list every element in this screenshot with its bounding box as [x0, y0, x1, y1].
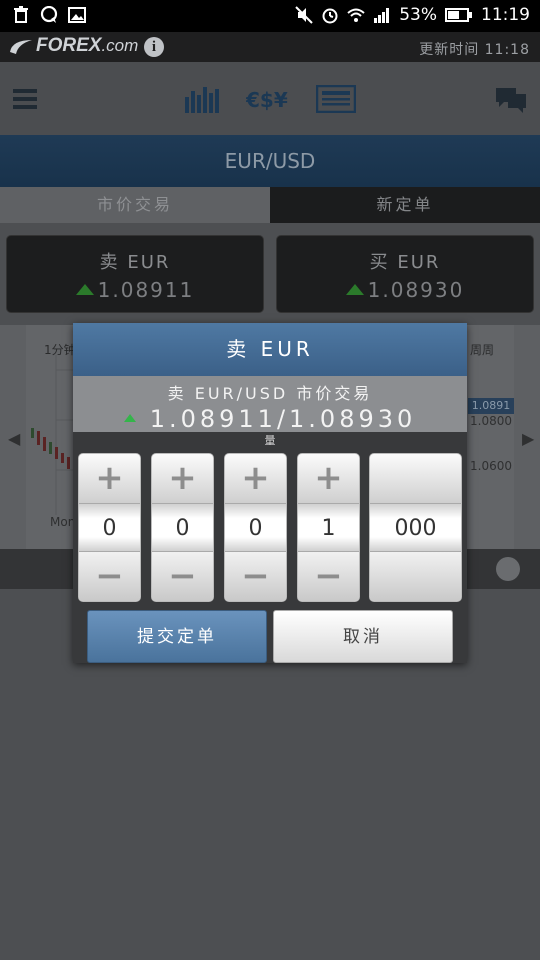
up-arrow-icon — [123, 414, 136, 422]
forex-logo: FOREX.com — [8, 35, 138, 57]
toolbar: €$¥ — [0, 62, 540, 135]
quantity-stepper-4: + 1 − — [297, 453, 360, 602]
chart-left-arrow-icon[interactable]: ◀ — [8, 429, 20, 448]
tools-icon[interactable] — [496, 557, 520, 581]
dialog-subtitle: 卖 EUR/USD 市价交易 — [167, 384, 373, 403]
up-arrow-icon — [345, 284, 364, 295]
clock: 11:19 — [481, 5, 530, 25]
dialog-title: 卖 EUR — [73, 323, 467, 376]
digit-value[interactable]: 0 — [79, 503, 140, 552]
dialog-info: 卖 EUR/USD 市价交易 1.08911/1.08930 — [73, 376, 467, 433]
swoosh-icon — [10, 40, 32, 54]
increment-button[interactable]: + — [225, 454, 286, 503]
buy-price: 1.08930 — [367, 278, 465, 302]
update-time: 更新时间 11:18 — [419, 42, 530, 58]
quantity-stepper-3: + 0 − — [224, 453, 287, 602]
quantity-label: 量 — [264, 434, 276, 447]
sell-price: 1.08911 — [97, 278, 195, 302]
decrement-button[interactable]: − — [225, 552, 286, 601]
image-icon — [68, 7, 86, 23]
chart-price-label: 1.0600 — [470, 459, 512, 473]
increment-button[interactable]: + — [79, 454, 140, 503]
svg-text:€$¥: €$¥ — [246, 88, 288, 112]
trade-tabs: 市价交易 新定单 — [0, 187, 540, 223]
candles — [31, 428, 76, 471]
chart-price-marker: 1.0891 — [468, 398, 514, 414]
alarm-icon — [322, 8, 338, 24]
menu-icon[interactable] — [13, 88, 37, 110]
mute-icon — [295, 6, 313, 24]
chart-bars-icon[interactable] — [185, 85, 221, 113]
decrement-button[interactable]: − — [152, 552, 213, 601]
wifi-icon — [347, 8, 365, 22]
digit-value[interactable]: 1 — [298, 503, 359, 552]
sell-order-dialog: 卖 EUR 卖 EUR/USD 市价交易 1.08911/1.08930 量 +… — [73, 323, 467, 663]
news-icon[interactable] — [316, 85, 356, 113]
buy-label: 买 EUR — [369, 252, 441, 273]
quantity-stepper-1: + 0 − — [78, 453, 141, 602]
blank-button — [370, 454, 461, 503]
tab-new-order[interactable]: 新定单 — [270, 187, 540, 223]
up-arrow-icon — [75, 284, 94, 295]
info-icon[interactable]: i — [144, 37, 164, 57]
battery-percent: 53% — [399, 5, 437, 25]
price-area: 卖 EUR 1.08911 买 EUR 1.08930 — [0, 223, 540, 325]
buy-price-box[interactable]: 买 EUR 1.08930 — [276, 235, 534, 313]
cancel-button[interactable]: 取消 — [273, 610, 453, 663]
decrement-button[interactable]: − — [79, 552, 140, 601]
quantity-stepper-2: + 0 − — [151, 453, 214, 602]
digit-value[interactable]: 000 — [370, 503, 461, 552]
increment-button[interactable]: + — [298, 454, 359, 503]
submit-order-button[interactable]: 提交定单 — [87, 610, 267, 663]
sell-label: 卖 EUR — [99, 252, 171, 273]
chat-icon[interactable] — [494, 84, 528, 114]
decrement-button[interactable]: − — [298, 552, 359, 601]
chart-price-label: 1.0800 — [470, 414, 512, 428]
battery-icon — [445, 8, 472, 22]
chart-timeframe[interactable]: 1分钟 — [44, 341, 76, 358]
increment-button[interactable]: + — [152, 454, 213, 503]
dialog-quote: 1.08911/1.08930 — [149, 405, 417, 433]
chart-timeframe-right[interactable]: 周周 — [470, 341, 494, 358]
digit-value[interactable]: 0 — [152, 503, 213, 552]
quantity-stepper-thousands: 000 — [369, 453, 462, 602]
sell-price-box[interactable]: 卖 EUR 1.08911 — [6, 235, 264, 313]
trash-icon — [14, 6, 28, 23]
currency-icon[interactable]: €$¥ — [246, 86, 288, 112]
signal-icon — [374, 8, 390, 23]
tab-market-trade[interactable]: 市价交易 — [0, 187, 270, 223]
brand-bar: FOREX.com i 更新时间 11:18 — [0, 32, 540, 62]
digit-value[interactable]: 0 — [225, 503, 286, 552]
currency-pair-title: EUR/USD — [0, 135, 540, 187]
blank-button — [370, 552, 461, 601]
chart-right-arrow-icon[interactable]: ▶ — [522, 429, 534, 448]
chart-day-label: Mon — [50, 515, 76, 529]
chat-bubble-icon — [40, 6, 58, 23]
status-bar: 53% 11:19 — [0, 0, 540, 32]
